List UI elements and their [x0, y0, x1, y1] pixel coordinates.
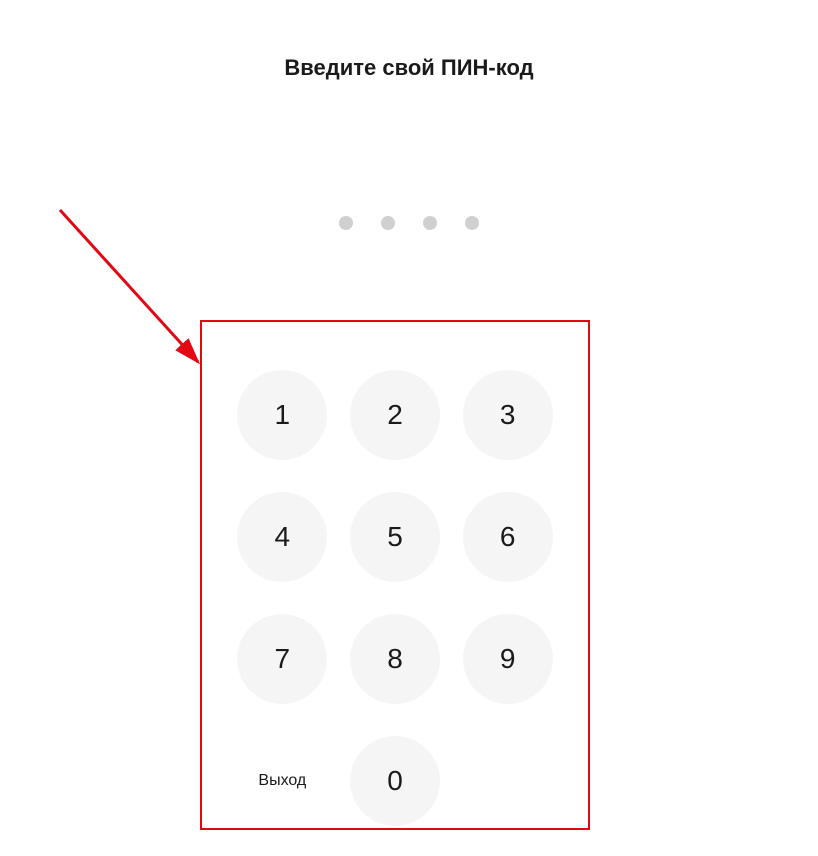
- keypad-key-2[interactable]: 2: [350, 370, 440, 460]
- pin-dot-1: [339, 216, 353, 230]
- keypad-key-3[interactable]: 3: [463, 370, 553, 460]
- keypad-key-1[interactable]: 1: [237, 370, 327, 460]
- keypad-highlight-box: 1 2 3 4 5 6 7 8 9 Выход 0: [200, 320, 590, 830]
- keypad-key-6[interactable]: 6: [463, 492, 553, 582]
- keypad-key-4[interactable]: 4: [237, 492, 327, 582]
- page-title: Введите свой ПИН-код: [0, 0, 818, 81]
- keypad-key-9[interactable]: 9: [463, 614, 553, 704]
- exit-button[interactable]: Выход: [258, 772, 306, 790]
- pin-indicator: [0, 216, 818, 230]
- pin-dot-3: [423, 216, 437, 230]
- pin-dot-2: [381, 216, 395, 230]
- keypad-key-0[interactable]: 0: [350, 736, 440, 826]
- keypad-key-7[interactable]: 7: [237, 614, 327, 704]
- keypad: 1 2 3 4 5 6 7 8 9 Выход 0: [202, 322, 588, 856]
- keypad-key-5[interactable]: 5: [350, 492, 440, 582]
- keypad-key-8[interactable]: 8: [350, 614, 440, 704]
- pin-dot-4: [465, 216, 479, 230]
- keypad-empty-cell: [463, 736, 553, 826]
